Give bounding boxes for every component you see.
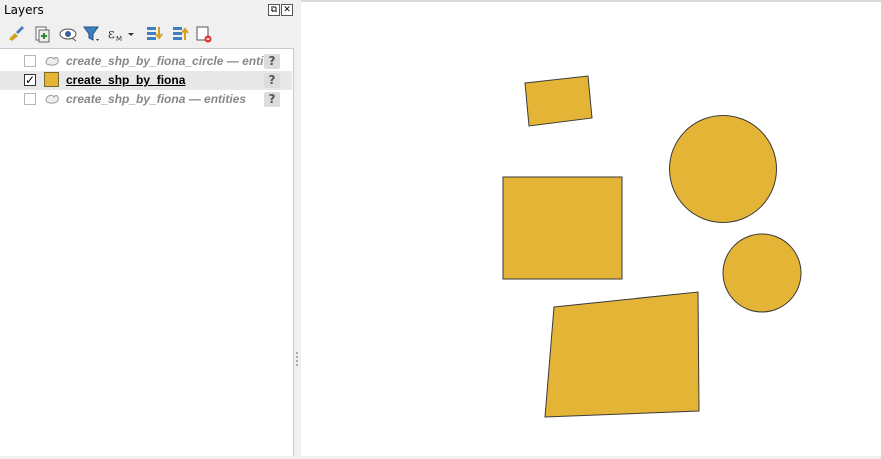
svg-text:M: M: [116, 35, 122, 43]
add-group-icon[interactable]: [32, 24, 52, 44]
layer-row-create-shp[interactable]: ✓ create_shp_by_fiona ?: [0, 71, 292, 90]
layer-tree: create_shp_by_fiona_circle — entities ? …: [0, 48, 294, 456]
circle-feature-small: [722, 233, 802, 313]
circle-feature-large: [669, 115, 777, 223]
polygon-feature-square: [502, 176, 623, 280]
unknown-crs-icon[interactable]: ?: [264, 92, 280, 107]
polygon-feature-quad: [544, 291, 700, 418]
float-panel-button[interactable]: ⧉: [268, 4, 280, 16]
svg-text:ε: ε: [108, 27, 115, 42]
layer-visibility-checkbox[interactable]: [24, 55, 36, 67]
panel-splitter[interactable]: [294, 0, 301, 456]
visibility-eye-icon[interactable]: [58, 24, 78, 44]
layer-name: create_shp_by_fiona: [66, 73, 186, 87]
layers-toolbar: ε M: [4, 24, 290, 46]
polygon-fill-symbol-icon: [44, 72, 59, 87]
layer-row-circle-entities[interactable]: create_shp_by_fiona_circle — entities ?: [0, 52, 292, 71]
layer-name: create_shp_by_fiona — entities: [66, 92, 247, 106]
polygon-feature-small-rect: [524, 75, 593, 127]
layers-panel: Layers ⧉ ✕ ε M create_shp_by_fiona_circl…: [0, 0, 294, 456]
remove-layer-icon[interactable]: [194, 24, 214, 44]
panel-title: Layers: [4, 3, 44, 17]
layer-name: create_shp_by_fiona_circle — entities: [66, 54, 270, 68]
style-brush-icon[interactable]: [6, 24, 26, 44]
filter-icon[interactable]: [82, 24, 102, 44]
layer-row-entities[interactable]: create_shp_by_fiona — entities ?: [0, 90, 292, 109]
layer-visibility-checkbox[interactable]: ✓: [24, 74, 36, 86]
geometry-placeholder-icon: [45, 56, 59, 66]
expression-filter-icon[interactable]: ε M: [106, 24, 136, 44]
unknown-crs-icon[interactable]: ?: [264, 73, 280, 88]
unknown-crs-icon[interactable]: ?: [264, 54, 280, 69]
close-panel-button[interactable]: ✕: [281, 4, 293, 16]
geometry-placeholder-icon: [45, 94, 59, 104]
expand-all-icon[interactable]: [144, 24, 164, 44]
collapse-all-icon[interactable]: [170, 24, 190, 44]
map-features: [502, 75, 802, 418]
layer-visibility-checkbox[interactable]: [24, 93, 36, 105]
map-canvas[interactable]: [301, 2, 881, 456]
